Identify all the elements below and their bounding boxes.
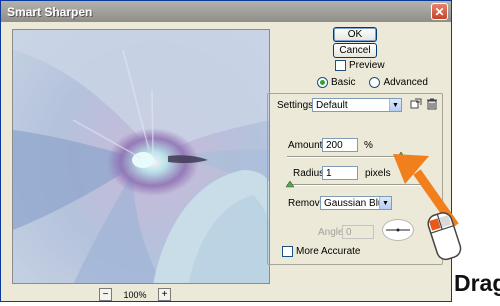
- basic-radio[interactable]: Basic: [317, 77, 355, 88]
- more-accurate-checkbox[interactable]: [282, 246, 293, 257]
- title-bar[interactable]: Smart Sharpen ✕: [1, 1, 451, 22]
- preview-checkbox[interactable]: [335, 60, 346, 71]
- radius-input[interactable]: 1: [322, 166, 358, 180]
- zoom-out-button[interactable]: −: [99, 288, 112, 301]
- close-button[interactable]: ✕: [431, 3, 448, 20]
- settings-label: Settings:: [277, 100, 316, 111]
- close-icon: ✕: [434, 4, 445, 19]
- radius-slider-thumb[interactable]: [286, 181, 294, 189]
- delete-settings-icon[interactable]: [426, 98, 438, 110]
- preview-label: Preview: [349, 60, 385, 71]
- advanced-label: Advanced: [383, 77, 428, 88]
- ok-button[interactable]: OK: [333, 27, 377, 42]
- settings-value: Default: [316, 99, 348, 111]
- remove-select[interactable]: Gaussian Blur ▼: [320, 196, 392, 210]
- zoom-controls: − 100% +: [99, 288, 171, 301]
- save-settings-icon[interactable]: [410, 98, 422, 110]
- chevron-down-icon: ▼: [379, 197, 391, 209]
- settings-select[interactable]: Default ▼: [312, 98, 402, 112]
- smart-sharpen-dialog: Smart Sharpen ✕ − 100% + OK Cancel Previ…: [0, 0, 452, 302]
- amount-value: 200: [326, 139, 343, 151]
- drag-annotation-label: Drag: [454, 270, 500, 296]
- more-accurate-row[interactable]: More Accurate: [282, 246, 360, 257]
- mouse-icon: [427, 212, 462, 261]
- amount-unit: %: [364, 140, 373, 151]
- remove-value: Gaussian Blur: [324, 197, 387, 209]
- amount-input[interactable]: 200: [322, 138, 358, 152]
- radius-value: 1: [326, 167, 332, 179]
- preview-image[interactable]: [12, 29, 270, 284]
- radius-unit: pixels: [365, 168, 391, 179]
- basic-radio-dot: [317, 77, 328, 88]
- advanced-radio-dot: [369, 77, 381, 88]
- cancel-button[interactable]: Cancel: [333, 43, 377, 58]
- angle-value: 0: [346, 226, 352, 238]
- window-title: Smart Sharpen: [7, 4, 93, 19]
- amount-label: Amount:: [288, 140, 326, 151]
- advanced-radio[interactable]: Advanced: [369, 77, 428, 88]
- chevron-down-icon: ▼: [389, 99, 401, 111]
- preview-checkbox-row[interactable]: Preview: [335, 60, 385, 71]
- basic-label: Basic: [331, 77, 356, 88]
- angle-input[interactable]: 0: [342, 225, 374, 239]
- zoom-level: 100%: [123, 289, 147, 300]
- mode-radio-group: Basic Advanced: [317, 77, 428, 88]
- zoom-in-button[interactable]: +: [158, 288, 171, 301]
- flower-photo: [13, 30, 269, 283]
- more-accurate-label: More Accurate: [296, 246, 361, 257]
